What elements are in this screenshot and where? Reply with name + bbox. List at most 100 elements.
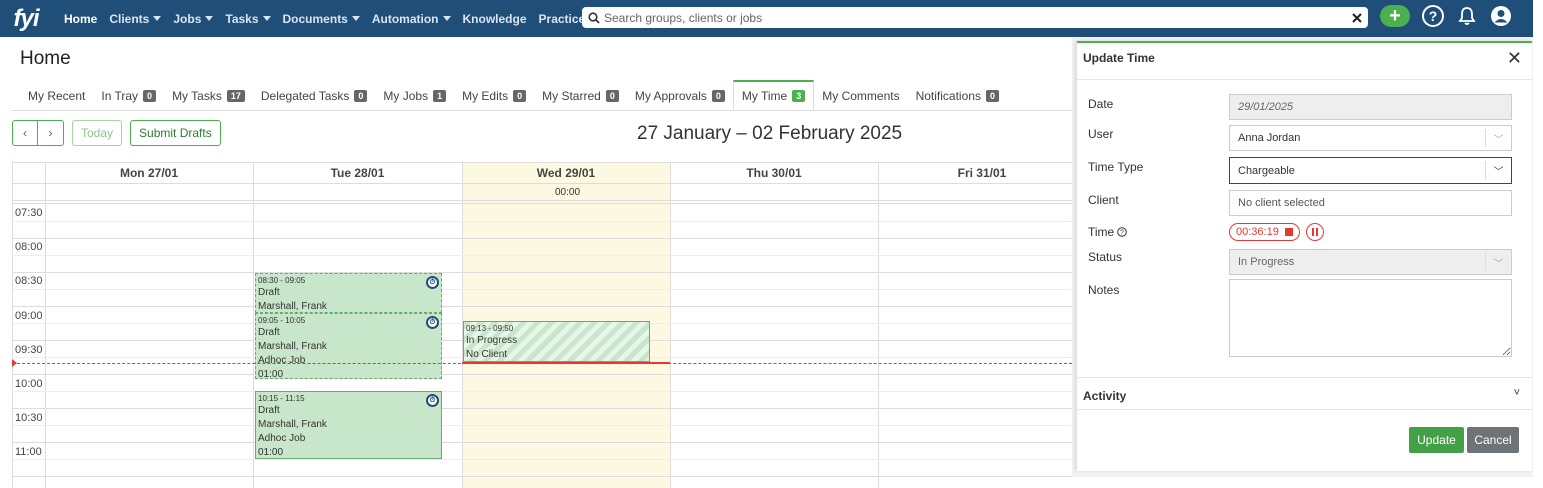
status-value: In Progress — [1238, 256, 1295, 268]
day-header[interactable]: Wed 29/01 — [462, 163, 670, 183]
time-type-select[interactable]: Chargeable ﹀ — [1229, 157, 1512, 184]
caret-down-icon — [153, 16, 162, 21]
status-select: In Progress ﹀ — [1229, 249, 1512, 275]
nav-automation[interactable]: Automation — [372, 12, 451, 26]
tab-my-time[interactable]: My Time 3 — [732, 80, 815, 111]
event-job: Adhoc Job — [258, 433, 306, 444]
timer-value: 00:36:19 — [1236, 226, 1279, 238]
grid-line — [12, 255, 1072, 256]
event-time: 09:05 - 10:05 — [258, 316, 306, 325]
pause-icon — [1315, 228, 1318, 236]
caret-down-icon — [262, 16, 271, 21]
nav-documents[interactable]: Documents — [283, 12, 360, 26]
client-select[interactable]: No client selected — [1229, 190, 1512, 216]
nav-knowledge[interactable]: Knowledge — [463, 12, 527, 26]
time-label: 09:00 — [15, 310, 43, 322]
tab-my-starred[interactable]: My Starred 0 — [534, 80, 627, 111]
week-calendar: Mon 27/01 Tue 28/01 Wed 29/01 Thu 30/01 … — [12, 162, 1072, 488]
user-label: User — [1088, 127, 1114, 141]
nav-clients[interactable]: Clients — [109, 12, 162, 26]
chevron-down-icon[interactable]: ˅ — [1514, 387, 1520, 399]
time-label: Time — [1088, 225, 1115, 239]
top-nav: fyi Home Clients Jobs Tasks Documents Au… — [0, 0, 1533, 37]
clear-search-icon[interactable] — [1352, 12, 1362, 23]
event-client: No Client — [466, 349, 508, 360]
submit-drafts-button[interactable]: Submit Drafts — [130, 120, 221, 146]
timer-icon: ⏱ — [426, 276, 439, 289]
caret-down-icon — [442, 16, 451, 21]
nav-tasks[interactable]: Tasks — [225, 12, 271, 26]
tab-label: My Comments — [822, 88, 900, 103]
tab-my-jobs[interactable]: My Jobs 1 — [375, 80, 454, 111]
help-icon[interactable]: ? — [1117, 227, 1128, 237]
divider — [1077, 79, 1532, 80]
caret-down-icon — [351, 16, 360, 21]
tabs-divider — [12, 110, 1072, 111]
add-new-button[interactable]: + — [1380, 5, 1410, 27]
tab-label: Delegated Tasks — [260, 88, 350, 103]
current-time-today-line — [462, 362, 670, 364]
panel-title: Update Time — [1083, 51, 1155, 65]
activity-section-toggle[interactable]: Activity — [1083, 389, 1126, 403]
pause-button[interactable] — [1305, 223, 1324, 241]
time-label: 11:00 — [15, 446, 42, 458]
tab-notifications[interactable]: Notifications 0 — [908, 80, 1007, 111]
date-field: 29/01/2025 — [1229, 94, 1512, 120]
next-week-button[interactable]: › — [38, 120, 64, 146]
grid-line — [12, 200, 1072, 201]
nav-jobs[interactable]: Jobs — [173, 12, 214, 26]
cancel-button[interactable]: Cancel — [1467, 427, 1519, 453]
today-button[interactable]: Today — [72, 120, 123, 146]
tab-in-tray[interactable]: In Tray 0 — [93, 80, 164, 111]
bell-icon[interactable] — [1456, 5, 1478, 27]
user-avatar-icon[interactable] — [1490, 5, 1512, 27]
time-entry-event[interactable]: 08:30 - 09:05 Draft Marshall, Frank ⏱ — [255, 273, 442, 313]
tab-my-recent[interactable]: My Recent — [20, 80, 93, 111]
prev-week-button[interactable]: ‹ — [12, 120, 38, 146]
event-status: Draft — [258, 405, 280, 416]
grid-line — [12, 425, 1072, 426]
grid-line — [12, 391, 1072, 392]
count-badge: 0 — [605, 89, 619, 102]
search-input[interactable] — [604, 10, 1352, 25]
divider — [1077, 409, 1532, 410]
divider — [1077, 377, 1532, 378]
nav-home-label: Home — [64, 11, 98, 26]
current-time-arrow-icon — [12, 359, 17, 367]
time-type-label: Time Type — [1088, 160, 1144, 174]
time-entry-event-in-progress[interactable]: 09:13 - 09:50 In Progress No Client — [463, 321, 650, 362]
day-total: 00:00 — [555, 187, 581, 198]
tab-my-edits[interactable]: My Edits 0 — [454, 80, 534, 111]
timer-icon: ⏱ — [426, 394, 439, 407]
event-job: Adhoc Job — [258, 355, 306, 366]
notes-label: Notes — [1088, 283, 1120, 297]
help-icon[interactable]: ? — [1422, 5, 1444, 27]
tab-my-approvals[interactable]: My Approvals 0 — [627, 80, 733, 111]
timer-stop-button[interactable]: 00:36:19 — [1229, 223, 1300, 241]
chevron-down-icon: ﹀ — [1485, 253, 1511, 271]
count-badge: 3 — [792, 90, 806, 102]
tab-label: My Starred — [542, 88, 601, 103]
time-entry-event[interactable]: 10:15 - 11:15 Draft Marshall, Frank Adho… — [255, 391, 442, 459]
fyi-logo[interactable]: fyi — [0, 0, 52, 37]
day-header[interactable]: Fri 31/01 — [878, 163, 1072, 183]
search-box[interactable] — [582, 7, 1368, 28]
notes-textarea[interactable] — [1229, 279, 1512, 357]
day-header[interactable]: Mon 27/01 — [45, 163, 253, 183]
event-client: Marshall, Frank — [258, 301, 327, 312]
tab-my-comments[interactable]: My Comments — [814, 80, 907, 111]
day-header[interactable]: Tue 28/01 — [253, 163, 462, 183]
tab-label: My Edits — [462, 88, 509, 103]
day-header[interactable]: Thu 30/01 — [670, 163, 878, 183]
nav-practice[interactable]: Practice — [539, 12, 586, 26]
close-icon[interactable]: ✕ — [1507, 48, 1522, 69]
time-entry-event[interactable]: 09:05 - 10:05 Draft Marshall, Frank Adho… — [255, 313, 442, 379]
nav-home[interactable]: Home — [64, 12, 97, 26]
event-status: Draft — [258, 287, 280, 298]
grid-line — [12, 374, 1072, 375]
update-button[interactable]: Update — [1409, 427, 1464, 453]
tab-delegated-tasks[interactable]: Delegated Tasks 0 — [253, 80, 376, 111]
tab-my-tasks[interactable]: My Tasks 17 — [164, 80, 253, 111]
user-select[interactable]: Anna Jordan ﹀ — [1229, 125, 1512, 151]
event-status: In Progress — [466, 335, 518, 346]
